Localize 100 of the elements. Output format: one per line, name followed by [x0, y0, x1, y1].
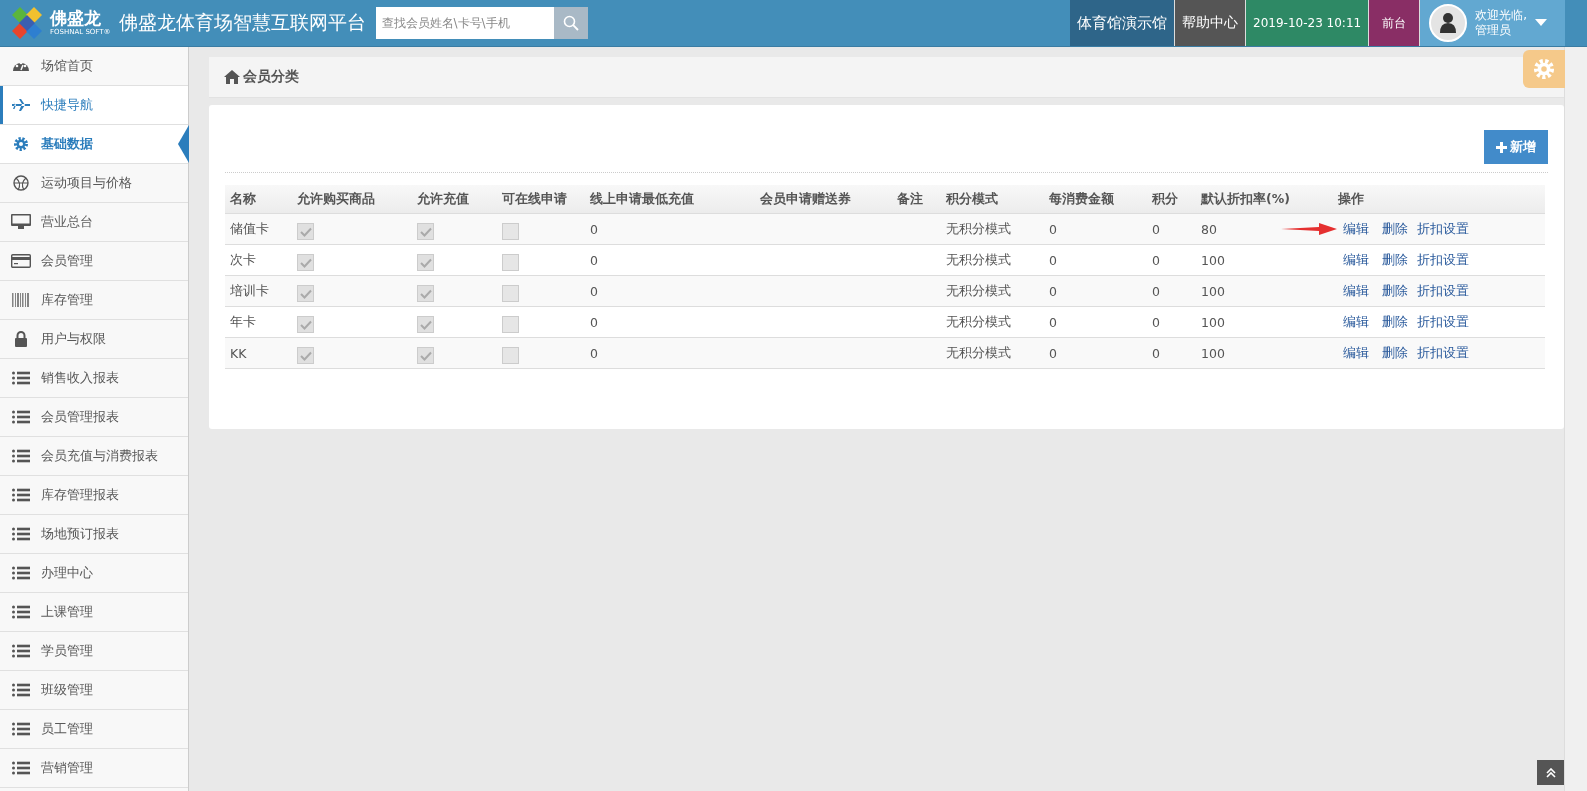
- scroll-top-button[interactable]: [1537, 760, 1564, 785]
- checkbox[interactable]: [502, 347, 519, 364]
- add-button[interactable]: 新增: [1484, 130, 1548, 164]
- table-cell: 0: [1147, 337, 1196, 369]
- action-link[interactable]: 删除: [1382, 282, 1408, 298]
- list-icon: [11, 410, 30, 424]
- sidebar-item[interactable]: 员工管理: [0, 710, 188, 749]
- checkbox[interactable]: [417, 285, 434, 302]
- table-cell: 0: [585, 244, 755, 276]
- action-link[interactable]: 删除: [1382, 313, 1408, 329]
- table-cell: 次卡: [225, 244, 292, 276]
- checkbox[interactable]: [502, 254, 519, 271]
- checkbox[interactable]: [502, 316, 519, 333]
- ball-icon: [12, 175, 29, 191]
- action-link[interactable]: 折扣设置: [1417, 282, 1469, 298]
- lock-icon: [13, 331, 28, 347]
- plane-icon: [11, 99, 30, 111]
- action-link[interactable]: 删除: [1382, 251, 1408, 267]
- table-cell: 无积分模式: [941, 337, 1044, 369]
- sidebar-item[interactable]: 会员管理: [0, 242, 188, 281]
- checkbox[interactable]: [297, 223, 314, 240]
- sidebar-item[interactable]: 快捷导航: [0, 86, 188, 125]
- table-cell: 无积分模式: [941, 213, 1044, 245]
- datetime-label: 2019-10-23 10:11: [1245, 0, 1369, 46]
- table-cell: 0: [585, 275, 755, 307]
- checkbox[interactable]: [502, 285, 519, 302]
- list-icon: [11, 605, 30, 619]
- sidebar-item[interactable]: 运动项目与价格: [0, 164, 188, 203]
- card-icon: [10, 254, 31, 268]
- sidebar-item[interactable]: 学员管理: [0, 632, 188, 671]
- table-cell: 0: [585, 306, 755, 338]
- table-cell: 0: [1044, 244, 1147, 276]
- avatar-icon: [1429, 4, 1468, 42]
- table-cell: 0: [1147, 213, 1196, 245]
- action-link[interactable]: 删除: [1382, 220, 1408, 236]
- action-link[interactable]: 编辑: [1343, 220, 1369, 236]
- list-icon: [11, 644, 30, 658]
- sidebar-item[interactable]: 销售收入报表: [0, 359, 188, 398]
- caret-icon: [1535, 19, 1547, 27]
- column-header: 备注: [892, 185, 941, 214]
- checkbox[interactable]: [297, 347, 314, 364]
- list-icon: [11, 566, 30, 580]
- action-link[interactable]: 折扣设置: [1417, 313, 1469, 329]
- sidebar-item[interactable]: 会员充值与消费报表: [0, 437, 188, 476]
- action-link[interactable]: 编辑: [1343, 282, 1369, 298]
- table-cell: 80: [1201, 221, 1217, 237]
- page-title: 会员分类: [243, 68, 299, 86]
- help-button[interactable]: 帮助中心: [1174, 0, 1246, 46]
- action-link[interactable]: 编辑: [1343, 251, 1369, 267]
- checkbox[interactable]: [417, 254, 434, 271]
- action-link[interactable]: 折扣设置: [1417, 220, 1469, 236]
- table-cell: 年卡: [225, 306, 292, 338]
- table-cell: 100: [1201, 252, 1225, 268]
- sidebar-item[interactable]: 库存管理报表: [0, 476, 188, 515]
- scrollbar[interactable]: [1564, 47, 1587, 791]
- checkbox[interactable]: [417, 223, 434, 240]
- action-link[interactable]: 编辑: [1343, 344, 1369, 360]
- column-header: 积分: [1147, 185, 1196, 214]
- sidebar-item[interactable]: 场地预订报表: [0, 515, 188, 554]
- double-chevron-icon: [1545, 767, 1556, 778]
- home-icon: [224, 70, 240, 84]
- column-header: 允许购买商品: [292, 185, 412, 214]
- checkbox[interactable]: [417, 347, 434, 364]
- sidebar-item[interactable]: 基础数据: [0, 125, 188, 164]
- list-icon: [11, 488, 30, 502]
- plus-icon: [1496, 141, 1507, 153]
- table-cell: 无积分模式: [941, 275, 1044, 307]
- sidebar-item[interactable]: 营销管理: [0, 749, 188, 788]
- sidebar-item[interactable]: 库存管理: [0, 281, 188, 320]
- checkbox[interactable]: [502, 223, 519, 240]
- venue-button[interactable]: 体育馆演示馆: [1070, 0, 1175, 46]
- sidebar-item[interactable]: 会员管理报表: [0, 398, 188, 437]
- action-link[interactable]: 折扣设置: [1417, 251, 1469, 267]
- sidebar-item[interactable]: 营业总台: [0, 203, 188, 242]
- front-desk-button[interactable]: 前台: [1368, 0, 1420, 46]
- column-header: 操作: [1333, 185, 1545, 214]
- sidebar-item[interactable]: 班级管理: [0, 671, 188, 710]
- list-icon: [11, 527, 30, 541]
- action-link[interactable]: 折扣设置: [1417, 344, 1469, 360]
- table-cell: 0: [1044, 275, 1147, 307]
- search-button[interactable]: [553, 7, 588, 39]
- table-cell: 0: [1044, 306, 1147, 338]
- action-link[interactable]: 编辑: [1343, 313, 1369, 329]
- table-cell: 无积分模式: [941, 244, 1044, 276]
- list-icon: [11, 722, 30, 736]
- search-icon: [562, 15, 579, 31]
- sidebar-item[interactable]: 上课管理: [0, 593, 188, 632]
- user-name: 管理员: [1475, 23, 1513, 38]
- action-link[interactable]: 删除: [1382, 344, 1408, 360]
- checkbox[interactable]: [417, 316, 434, 333]
- search-field[interactable]: 查找会员姓名\卡号\手机: [375, 7, 554, 39]
- table-cell: 培训卡: [225, 275, 292, 307]
- column-header: 允许充值: [412, 185, 497, 214]
- checkbox[interactable]: [297, 285, 314, 302]
- sidebar-item[interactable]: 办理中心: [0, 554, 188, 593]
- settings-button[interactable]: [1523, 50, 1565, 88]
- monitor-icon: [10, 214, 31, 230]
- sidebar-item[interactable]: 用户与权限: [0, 320, 188, 359]
- checkbox[interactable]: [297, 316, 314, 333]
- checkbox[interactable]: [297, 254, 314, 271]
